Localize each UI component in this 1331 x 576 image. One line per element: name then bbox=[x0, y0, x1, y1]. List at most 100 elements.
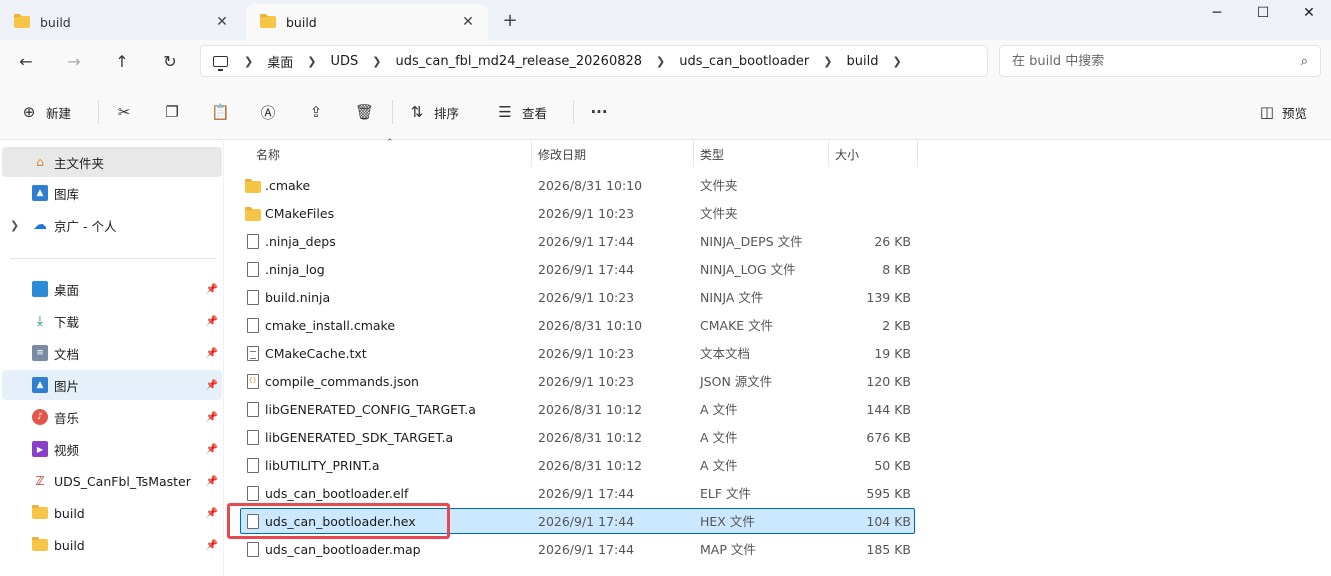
this-pc-icon[interactable] bbox=[213, 55, 228, 71]
column-divider[interactable] bbox=[531, 141, 532, 167]
chevron-right-icon[interactable]: ❯ bbox=[244, 55, 253, 68]
tab-build-1[interactable]: build ✕ bbox=[0, 4, 242, 40]
preview-pane-icon: ◫ bbox=[1259, 103, 1275, 121]
tab-build-2[interactable]: build ✕ bbox=[246, 4, 488, 40]
search-input[interactable] bbox=[1012, 53, 1301, 69]
maximize-icon[interactable]: ☐ bbox=[1240, 2, 1286, 24]
music-icon: ♪ bbox=[32, 409, 48, 425]
sidebar-item-uds-canfbl[interactable]: ℤ UDS_CanFbl_TsMaster 📌 bbox=[2, 466, 222, 496]
close-window-icon[interactable]: ✕ bbox=[1286, 2, 1331, 24]
column-divider[interactable] bbox=[693, 141, 694, 167]
chevron-right-icon[interactable]: ❯ bbox=[307, 55, 316, 68]
refresh-icon[interactable]: ↻ bbox=[158, 50, 182, 74]
back-arrow-icon[interactable]: ← bbox=[14, 50, 38, 74]
file-size: 2 KB bbox=[882, 318, 911, 333]
column-divider[interactable] bbox=[917, 141, 918, 167]
file-icon bbox=[245, 234, 261, 250]
search-icon[interactable]: ⌕ bbox=[1301, 54, 1308, 69]
close-tab-icon[interactable]: ✕ bbox=[212, 14, 232, 30]
pin-icon[interactable]: 📌 bbox=[206, 444, 218, 455]
up-arrow-icon[interactable]: ↑ bbox=[110, 50, 134, 74]
pin-icon[interactable]: 📌 bbox=[206, 348, 218, 359]
minimize-icon[interactable]: ─ bbox=[1194, 2, 1240, 24]
pin-icon[interactable]: 📌 bbox=[206, 284, 218, 295]
folder-icon bbox=[245, 178, 261, 194]
folder-icon bbox=[32, 505, 48, 521]
close-tab-icon[interactable]: ✕ bbox=[458, 14, 478, 30]
divider bbox=[98, 100, 99, 124]
column-header-date[interactable]: 修改日期 bbox=[538, 141, 586, 167]
table-row[interactable]: CMakeCache.txt 2026/9/1 10:23 文本文档 19 KB bbox=[240, 340, 915, 366]
table-row[interactable]: compile_commands.json 2026/9/1 10:23 JSON … bbox=[240, 368, 915, 394]
chevron-right-icon[interactable]: ❯ bbox=[656, 55, 665, 68]
sidebar-item-documents[interactable]: ≡ 文档 📌 bbox=[2, 338, 222, 368]
trash-icon: 🗑 bbox=[355, 103, 375, 121]
table-row[interactable]: .cmake 2026/8/31 10:10 文件夹 bbox=[240, 172, 915, 198]
paste-button[interactable]: 📋 bbox=[211, 98, 230, 126]
cut-button[interactable]: ✂ bbox=[115, 98, 133, 126]
pin-icon[interactable]: 📌 bbox=[206, 316, 218, 327]
column-header-size[interactable]: 大小 bbox=[835, 141, 859, 167]
delete-button[interactable]: 🗑 bbox=[355, 98, 375, 126]
preview-pane-button[interactable]: ◫ 预览 bbox=[1258, 98, 1307, 126]
file-size: 185 KB bbox=[866, 542, 911, 557]
forward-arrow-icon[interactable]: → bbox=[62, 50, 86, 74]
file-type: CMAKE 文件 bbox=[700, 318, 774, 333]
sidebar-item-onedrive[interactable]: ❯ ☁ 京广 - 个人 bbox=[2, 210, 222, 240]
file-type: NINJA_LOG 文件 bbox=[700, 262, 796, 277]
sidebar-item-videos[interactable]: ▶ 视频 📌 bbox=[2, 434, 222, 464]
table-row[interactable]: libUTILITY_PRINT.a 2026/8/31 10:12 A 文件 50 … bbox=[240, 452, 915, 478]
breadcrumb-desktop[interactable]: 桌面 bbox=[267, 52, 293, 71]
video-icon: ▶ bbox=[32, 441, 48, 457]
file-name: CMakeCache.txt bbox=[265, 346, 367, 361]
new-tab-icon[interactable]: + bbox=[500, 10, 520, 31]
table-row[interactable]: .ninja_log 2026/9/1 17:44 NINJA_LOG 文件 8 KB bbox=[240, 256, 915, 282]
pin-icon[interactable]: 📌 bbox=[206, 508, 218, 519]
column-divider[interactable] bbox=[828, 141, 829, 167]
address-bar[interactable]: ❯ 桌面 ❯ UDS ❯ uds_can_fbl_md24_release_20… bbox=[200, 45, 988, 77]
file-icon bbox=[245, 402, 261, 418]
pin-icon[interactable]: 📌 bbox=[206, 412, 218, 423]
chevron-right-icon[interactable]: ❯ bbox=[372, 55, 381, 68]
more-icon: ··· bbox=[590, 103, 608, 121]
sidebar-item-label: build bbox=[54, 505, 85, 521]
sidebar-item-build-2[interactable]: build 📌 bbox=[2, 530, 222, 560]
table-row[interactable]: libGENERATED_SDK_TARGET.a 2026/8/31 10:12… bbox=[240, 424, 915, 450]
chevron-right-icon[interactable]: ❯ bbox=[823, 55, 832, 68]
sidebar-item-downloads[interactable]: ⤓ 下载 📌 bbox=[2, 306, 222, 336]
sidebar-item-desktop[interactable]: 桌面 📌 bbox=[2, 274, 222, 304]
breadcrumb-bootloader[interactable]: uds_can_bootloader bbox=[679, 54, 809, 69]
breadcrumb-release[interactable]: uds_can_fbl_md24_release_20260828 bbox=[395, 54, 642, 69]
pin-icon[interactable]: 📌 bbox=[206, 380, 218, 391]
breadcrumb-build[interactable]: build bbox=[846, 54, 878, 69]
sidebar-item-build-1[interactable]: build 📌 bbox=[2, 498, 222, 528]
more-options-button[interactable]: ··· bbox=[590, 98, 608, 126]
table-row[interactable]: .ninja_deps 2026/9/1 17:44 NINJA_DEPS 文件 26… bbox=[240, 228, 915, 254]
share-button[interactable]: ⇪ bbox=[307, 98, 325, 126]
table-row[interactable]: cmake_install.cmake 2026/8/31 10:10 CMAKE … bbox=[240, 312, 915, 338]
sort-button[interactable]: ⇅ 排序 bbox=[408, 98, 459, 126]
table-row[interactable]: libGENERATED_CONFIG_TARGET.a 2026/8/31 10… bbox=[240, 396, 915, 422]
new-button[interactable]: ⊕ 新建 bbox=[20, 98, 71, 126]
view-button[interactable]: ☰ 查看 bbox=[496, 98, 547, 126]
chevron-right-icon[interactable]: ❯ bbox=[892, 55, 901, 68]
table-row[interactable]: build.ninja 2026/9/1 10:23 NINJA 文件 139 KB bbox=[240, 284, 915, 310]
table-row[interactable]: uds_can_bootloader.map 2026/9/1 17:44 MAP … bbox=[240, 536, 915, 562]
sidebar-item-pictures[interactable]: ▲ 图片 📌 bbox=[2, 370, 222, 400]
file-type: MAP 文件 bbox=[700, 542, 756, 557]
chevron-right-icon[interactable]: ❯ bbox=[10, 219, 19, 232]
pin-icon[interactable]: 📌 bbox=[206, 540, 218, 551]
copy-button[interactable]: ❐ bbox=[163, 98, 181, 126]
search-box[interactable]: ⌕ bbox=[999, 45, 1321, 77]
sidebar-item-gallery[interactable]: ▲ 图库 bbox=[2, 178, 222, 208]
document-icon: ≡ bbox=[32, 345, 48, 361]
rename-button[interactable]: Ⓐ bbox=[259, 98, 277, 126]
file-date: 2026/8/31 10:12 bbox=[538, 430, 643, 445]
column-header-type[interactable]: 类型 bbox=[700, 141, 724, 167]
sidebar-item-music[interactable]: ♪ 音乐 📌 bbox=[2, 402, 222, 432]
column-header-name[interactable]: 名称 bbox=[256, 141, 280, 167]
sidebar-item-home[interactable]: ⌂ 主文件夹 bbox=[2, 147, 222, 177]
table-row[interactable]: CMakeFiles 2026/9/1 10:23 文件夹 bbox=[240, 200, 915, 226]
breadcrumb-uds[interactable]: UDS bbox=[330, 54, 358, 69]
pin-icon[interactable]: 📌 bbox=[206, 476, 218, 487]
